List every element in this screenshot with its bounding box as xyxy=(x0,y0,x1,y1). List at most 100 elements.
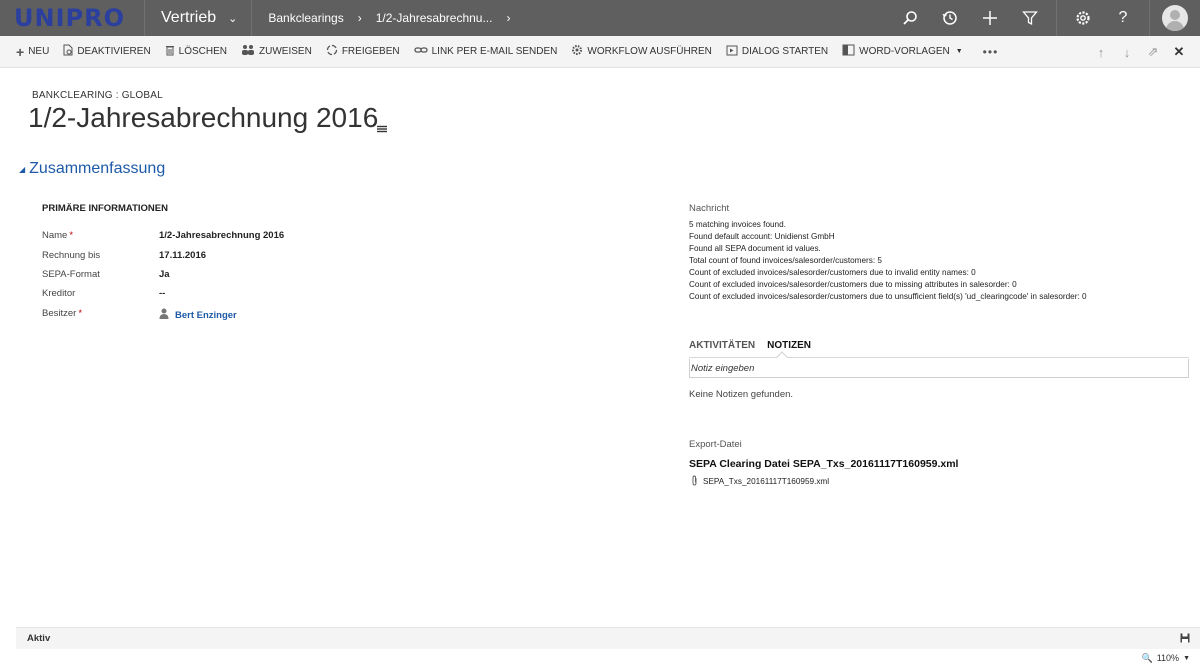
word-templates-button[interactable]: WORD-VORLAGEN ▼ xyxy=(842,44,963,59)
email-link-button-label: LINK PER E-MAIL SENDEN xyxy=(431,46,558,57)
command-bar: + NEU DEAKTIVIEREN LÖSCHEN ZUWEISEN FREIG… xyxy=(0,36,1200,68)
caret-down-icon: ▼ xyxy=(955,48,963,55)
zoom-level[interactable]: 110% xyxy=(1157,653,1179,663)
status-footer: Aktiv xyxy=(16,627,1200,649)
zoom-icon[interactable]: 🔍 xyxy=(1141,653,1152,664)
dialog-icon xyxy=(726,45,738,59)
email-link-button[interactable]: LINK PER E-MAIL SENDEN xyxy=(413,45,558,58)
collapse-triangle-icon: ◢ xyxy=(19,164,26,174)
settings-icon[interactable] xyxy=(1063,0,1103,36)
module-label: Vertrieb xyxy=(161,9,217,26)
attachment-filename[interactable]: SEPA_Txs_20161117T160959.xml xyxy=(703,477,829,486)
field-label: Besitzer * xyxy=(42,308,159,322)
close-icon[interactable]: ✕ xyxy=(1166,44,1192,60)
start-dialog-button[interactable]: DIALOG STARTEN xyxy=(726,45,828,59)
share-button[interactable]: FREIGEBEN xyxy=(326,44,400,59)
notes-tabs: AKTIVITÄTEN NOTIZEN xyxy=(689,340,823,351)
popout-icon[interactable]: ⇗ xyxy=(1140,44,1166,60)
group-header-primary: PRIMÄRE INFORMATIONEN xyxy=(42,203,168,214)
breadcrumb-item-record[interactable]: 1/2-Jahresabrechnu... xyxy=(376,11,493,25)
top-navigation-bar: UNIPRO Vertrieb ⌄ Bankclearings › 1/2-Ja… xyxy=(0,0,1200,36)
assign-button[interactable]: ZUWEISEN xyxy=(241,44,312,59)
breadcrumb-item-bankclearings[interactable]: Bankclearings xyxy=(268,11,343,25)
invoice-until-field[interactable]: 17.11.2016 xyxy=(159,250,206,261)
tab-activities[interactable]: AKTIVITÄTEN xyxy=(689,340,755,351)
deactivate-button-label: DEAKTIVIEREN xyxy=(77,46,151,57)
field-row-creditor: Kreditor -- xyxy=(42,288,165,299)
record-navigation: ↑ ↓ ⇗ ✕ xyxy=(1088,36,1192,68)
section-title: Zusammenfassung xyxy=(29,160,166,177)
field-row-name: Name * 1/2-Jahresabrechnung 2016 xyxy=(42,230,284,241)
arrow-down-icon[interactable]: ↓ xyxy=(1114,45,1140,60)
tab-notes[interactable]: NOTIZEN xyxy=(767,340,811,351)
link-icon xyxy=(413,45,428,58)
zoom-bar: 🔍 110% ▼ xyxy=(0,649,1200,667)
history-icon[interactable] xyxy=(930,0,970,36)
user-avatar[interactable] xyxy=(1162,5,1188,31)
plus-icon[interactable] xyxy=(970,0,1010,36)
name-field[interactable]: 1/2-Jahresabrechnung 2016 xyxy=(159,230,284,241)
word-templates-button-label: WORD-VORLAGEN xyxy=(859,46,950,57)
run-workflow-button[interactable]: WORKFLOW AUSFÜHREN xyxy=(571,44,712,59)
new-button[interactable]: + NEU xyxy=(16,44,49,60)
arrow-up-icon[interactable]: ↑ xyxy=(1088,45,1114,60)
divider xyxy=(1056,0,1057,36)
empty-notes-text: Keine Notizen gefunden. xyxy=(689,389,794,400)
field-label-text: Name xyxy=(42,230,68,241)
required-icon: * xyxy=(69,230,74,241)
attachment-link[interactable]: SEPA_Txs_20161117T160959.xml xyxy=(691,475,829,488)
note-input[interactable]: Notiz eingeben xyxy=(689,359,1189,378)
share-button-label: FREIGEBEN xyxy=(341,46,400,57)
module-selector[interactable]: Vertrieb ⌄ xyxy=(145,0,253,36)
message-label: Nachricht xyxy=(689,203,730,214)
divider xyxy=(1149,0,1150,36)
run-workflow-button-label: WORKFLOW AUSFÜHREN xyxy=(587,46,712,57)
owner-link[interactable]: Bert Enzinger xyxy=(175,310,237,321)
delete-button[interactable]: LÖSCHEN xyxy=(165,44,227,59)
section-toggle-summary[interactable]: ◢ Zusammenfassung xyxy=(19,160,165,178)
page-title: 1/2-Jahresabrechnung 2016 xyxy=(28,102,379,133)
help-icon[interactable]: ? xyxy=(1103,0,1143,36)
creditor-field[interactable]: -- xyxy=(159,288,165,299)
search-icon[interactable] xyxy=(890,0,930,36)
field-row-invoice-until: Rechnung bis 17.11.2016 xyxy=(42,250,206,261)
workflow-icon xyxy=(571,44,583,59)
chevron-down-icon: ⌄ xyxy=(228,12,238,25)
export-label: Export-Datei xyxy=(689,439,742,450)
message-text[interactable]: 5 matching invoices found. Found default… xyxy=(689,219,1087,303)
required-icon: * xyxy=(78,308,83,319)
message-line: Found default account: Unidienst GmbH xyxy=(689,232,835,241)
owner-lookup[interactable]: Bert Enzinger xyxy=(159,308,237,322)
zoom-dropdown-icon[interactable]: ▼ xyxy=(1183,655,1190,662)
share-icon xyxy=(326,44,338,59)
word-icon xyxy=(842,44,855,59)
sepa-format-field[interactable]: Ja xyxy=(159,269,170,280)
user-icon xyxy=(159,308,169,322)
field-label: Name * xyxy=(42,230,159,241)
breadcrumb: Bankclearings › 1/2-Jahresabrechnu... › xyxy=(252,0,524,36)
deactivate-button[interactable]: DEAKTIVIEREN xyxy=(63,44,151,59)
export-file-title: SEPA Clearing Datei SEPA_Txs_20161117T16… xyxy=(689,458,959,470)
start-dialog-button-label: DIALOG STARTEN xyxy=(741,46,829,57)
chevron-right-icon[interactable]: › xyxy=(506,11,510,25)
field-label-text: Besitzer xyxy=(42,308,77,319)
message-line: Found all SEPA document id values. xyxy=(689,244,821,253)
field-row-owner: Besitzer * Bert Enzinger xyxy=(42,308,237,322)
field-row-sepa-format: SEPA-Format Ja xyxy=(42,269,170,280)
save-icon[interactable] xyxy=(1180,633,1190,646)
record-menu-icon[interactable] xyxy=(373,118,387,137)
filter-icon[interactable] xyxy=(1010,0,1050,36)
plus-icon: + xyxy=(16,43,25,60)
entity-label: BANKCLEARING : GLOBAL xyxy=(32,90,163,101)
app-logo[interactable]: UNIPRO xyxy=(0,0,145,36)
chevron-right-icon: › xyxy=(357,11,362,25)
message-line: Count of excluded invoices/salesorder/cu… xyxy=(689,292,1087,301)
field-label: SEPA-Format xyxy=(42,269,100,280)
top-icon-group: ? xyxy=(890,0,1200,36)
delete-button-label: LÖSCHEN xyxy=(178,46,228,57)
field-label: Kreditor xyxy=(42,288,76,299)
status-text: Aktiv xyxy=(27,633,51,644)
message-line: Count of excluded invoices/salesorder/cu… xyxy=(689,280,1017,289)
assign-icon xyxy=(241,44,255,59)
more-commands-icon[interactable]: ••• xyxy=(983,45,999,59)
